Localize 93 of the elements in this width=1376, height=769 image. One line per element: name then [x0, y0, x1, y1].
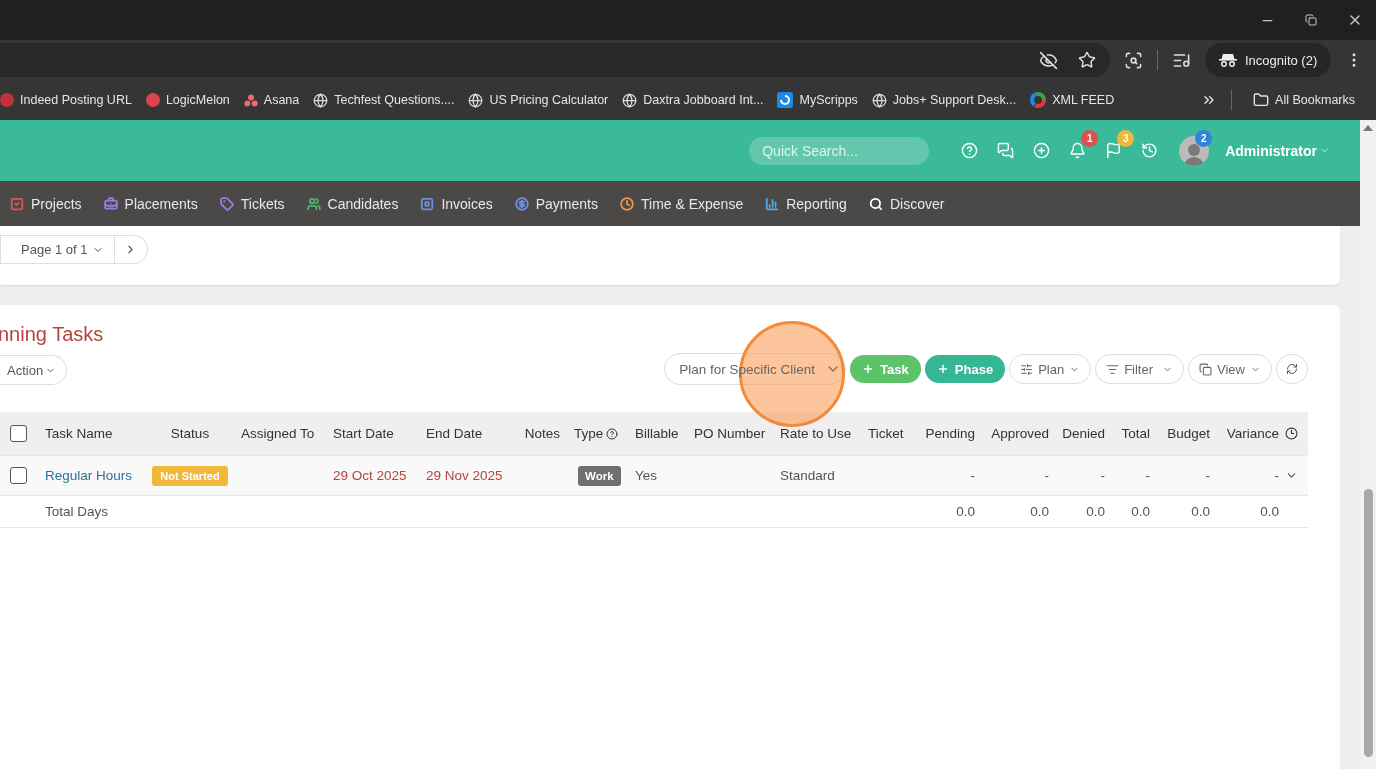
column-header: Denied: [1062, 426, 1105, 441]
folder-icon: [1253, 92, 1270, 108]
nav-item[interactable]: Discover: [868, 195, 945, 212]
all-bookmarks-button[interactable]: All Bookmarks: [1246, 92, 1362, 108]
column-header: Start Date: [333, 426, 394, 441]
status-badge: Not Started: [152, 465, 228, 486]
nav-item[interactable]: Payments: [514, 195, 598, 212]
nav-item[interactable]: Placements: [103, 195, 198, 212]
table-cell: 0.0: [1086, 504, 1105, 519]
table-cell: Total Days: [45, 504, 109, 519]
chat-icon[interactable]: [996, 142, 1014, 159]
nav-item[interactable]: Time & Expense: [620, 195, 744, 212]
table-cell: 0.0: [1131, 504, 1150, 519]
table-cell: 0.0: [1191, 504, 1210, 519]
column-header: Task Name: [45, 426, 113, 441]
incognito-button[interactable]: Incognito (2): [1205, 43, 1332, 77]
table-cell: 0.0: [956, 504, 975, 519]
column-header: Approved: [991, 426, 1049, 441]
globe-icon: [622, 92, 638, 108]
bookmark-star-icon[interactable]: [1078, 51, 1096, 69]
globe-icon: [468, 92, 484, 108]
help-icon[interactable]: [960, 142, 978, 159]
column-header: Ticket: [868, 426, 904, 441]
column-header: End Date: [426, 426, 483, 441]
scrollbar-thumb[interactable]: [1364, 489, 1373, 757]
table-cell: Yes: [635, 468, 658, 483]
table-cell: -: [1205, 468, 1210, 483]
user-badge: 2: [1195, 129, 1213, 147]
favicon-icon: [0, 93, 14, 107]
bookmark-item[interactable]: XML FEED: [1023, 92, 1122, 108]
globe-icon: [871, 92, 887, 108]
section-title: nning Tasks: [0, 323, 105, 346]
bookmark-item[interactable]: Asana: [236, 92, 307, 108]
nav-item[interactable]: Reporting: [765, 195, 847, 212]
history-icon[interactable]: [1140, 142, 1158, 159]
bookmark-item[interactable]: US Pricing Calculator: [461, 92, 616, 108]
nav-item[interactable]: Invoices: [420, 195, 493, 212]
type-tag: Work: [578, 465, 621, 486]
incognito-icon: [1219, 53, 1237, 67]
nav-item[interactable]: Projects: [10, 195, 82, 212]
task-link[interactable]: Regular Hours: [45, 468, 133, 483]
square-icon: [777, 92, 794, 108]
column-header: Budget: [1167, 426, 1210, 441]
table-cell: 0.0: [1260, 504, 1279, 519]
column-header: Variance: [1226, 426, 1279, 441]
column-header: Pending: [925, 426, 975, 441]
nav-item[interactable]: Candidates: [306, 195, 399, 212]
row-checkbox[interactable]: [10, 467, 27, 484]
add-icon[interactable]: [1032, 142, 1050, 159]
favicon-icon: [145, 93, 160, 107]
bell-icon[interactable]: [1068, 142, 1086, 159]
column-header: PO Number: [694, 426, 766, 441]
bookmark-item[interactable]: Jobs+ Support Desk...: [864, 92, 1024, 108]
bookmark-item[interactable]: Techfest Questions....: [306, 92, 462, 108]
flag-icon[interactable]: [1104, 142, 1122, 159]
table-cell: -: [1274, 468, 1279, 483]
bookmark-item[interactable]: LogicMelon: [138, 92, 237, 108]
column-header: Rate to Use: [780, 426, 852, 441]
column-header: Assigned To: [241, 426, 315, 441]
clock-icon[interactable]: [1285, 427, 1298, 440]
table-cell: 29 Oct 2025: [333, 468, 407, 483]
table-cell: Standard: [780, 468, 835, 483]
select-all-checkbox[interactable]: [10, 425, 27, 442]
column-header: Type: [574, 426, 604, 441]
sliders-icon: [1020, 362, 1034, 376]
refresh-icon: [1286, 363, 1298, 375]
column-header: Notes: [524, 426, 560, 441]
ring-icon: [1030, 92, 1047, 108]
table-cell: 29 Nov 2025: [426, 468, 503, 483]
table-cell: -: [970, 468, 975, 483]
table-cell: -: [1100, 468, 1105, 483]
plus-icon: [862, 363, 875, 375]
table-cell: -: [1145, 468, 1150, 483]
nav-item[interactable]: Tickets: [219, 195, 285, 212]
bookmark-item[interactable]: Daxtra Jobboard Int...: [615, 92, 771, 108]
dots-icon: [243, 93, 258, 107]
globe-icon: [313, 92, 329, 108]
bookmark-item[interactable]: MyScripps: [770, 92, 865, 108]
tab-search-icon[interactable]: [1124, 50, 1143, 70]
copy-icon: [1199, 362, 1213, 376]
table-cell: -: [1044, 468, 1049, 483]
scroll-up-icon[interactable]: [1363, 124, 1373, 132]
restore-icon[interactable]: [1302, 11, 1320, 29]
plus-icon: [936, 363, 949, 375]
table-cell: 0.0: [1030, 504, 1049, 519]
filter-icon: [1106, 362, 1120, 376]
column-header: Billable: [635, 426, 679, 441]
eye-off-icon[interactable]: [1039, 50, 1058, 70]
notification-badge: 1: [1081, 130, 1099, 147]
bookmark-item[interactable]: Indeed Posting URL: [0, 92, 139, 108]
column-header: Status: [170, 426, 210, 441]
flag-badge: 3: [1117, 130, 1135, 147]
column-header: Total: [1121, 426, 1150, 441]
